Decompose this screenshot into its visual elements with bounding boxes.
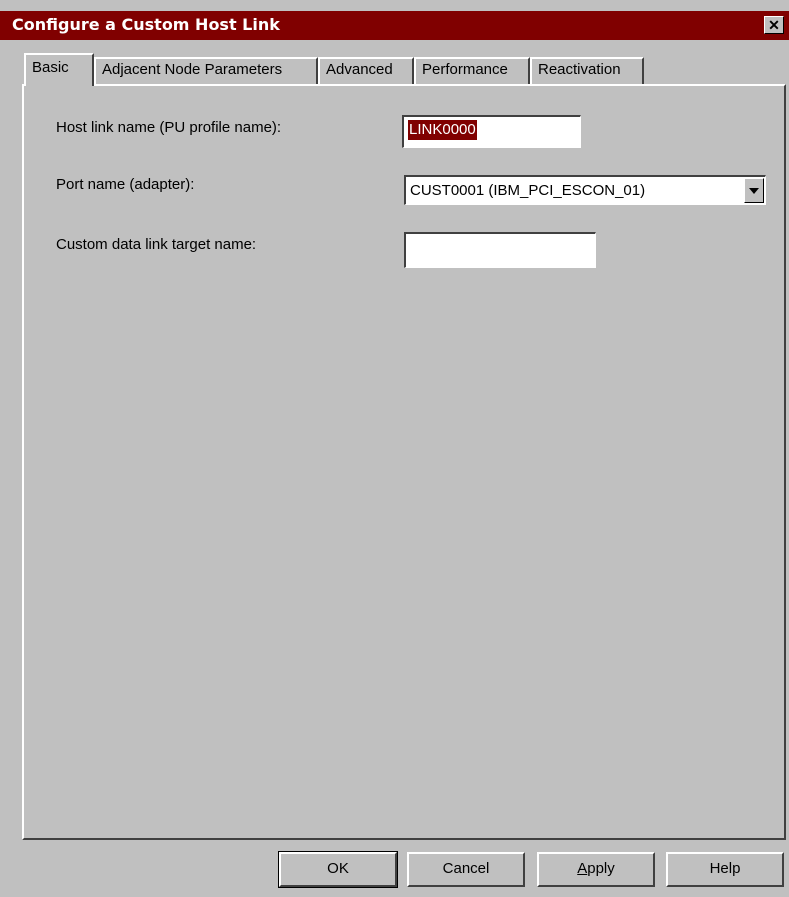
ok-button[interactable]: OK [278, 851, 398, 888]
apply-button-label: Apply [577, 860, 615, 877]
tab-performance[interactable]: Performance [414, 57, 530, 84]
help-button-label: Help [709, 860, 741, 877]
tab-adjacent-node-parameters[interactable]: Adjacent Node Parameters [94, 57, 318, 84]
port-name-value: CUST0001 (IBM_PCI_ESCON_01) [410, 182, 646, 199]
tab-label: Adjacent Node Parameters [102, 61, 283, 78]
host-link-name-value: LINK0000 [408, 120, 477, 140]
custom-data-link-target-label: Custom data link target name: [56, 236, 257, 253]
tab-reactivation[interactable]: Reactivation [530, 57, 644, 84]
ok-button-label: OK [327, 860, 349, 877]
close-icon: ✕ [768, 17, 780, 33]
title-bar: Configure a Custom Host Link ✕ [0, 11, 789, 40]
cancel-button-label: Cancel [442, 860, 490, 877]
host-link-name-label: Host link name (PU profile name): [56, 119, 282, 136]
tab-label: Basic [32, 59, 69, 76]
tab-advanced[interactable]: Advanced [318, 57, 414, 84]
custom-data-link-target-input[interactable] [404, 232, 596, 268]
tab-label: Reactivation [538, 61, 621, 78]
tab-basic[interactable]: Basic [24, 53, 94, 86]
cancel-button[interactable]: Cancel [407, 852, 525, 887]
chevron-down-icon [749, 188, 759, 194]
help-button[interactable]: Help [666, 852, 784, 887]
port-name-dropdown-button[interactable] [744, 178, 764, 203]
tab-label: Performance [422, 61, 508, 78]
port-name-select[interactable]: CUST0001 (IBM_PCI_ESCON_01) [404, 175, 766, 205]
tab-label: Advanced [326, 61, 393, 78]
apply-button[interactable]: Apply [537, 852, 655, 887]
host-link-name-input[interactable]: LINK0000 [402, 115, 581, 148]
tab-panel-basic: Host link name (PU profile name): LINK00… [22, 84, 786, 840]
port-name-label: Port name (adapter): [56, 176, 195, 193]
window-title: Configure a Custom Host Link [12, 15, 280, 34]
close-button[interactable]: ✕ [764, 16, 784, 34]
